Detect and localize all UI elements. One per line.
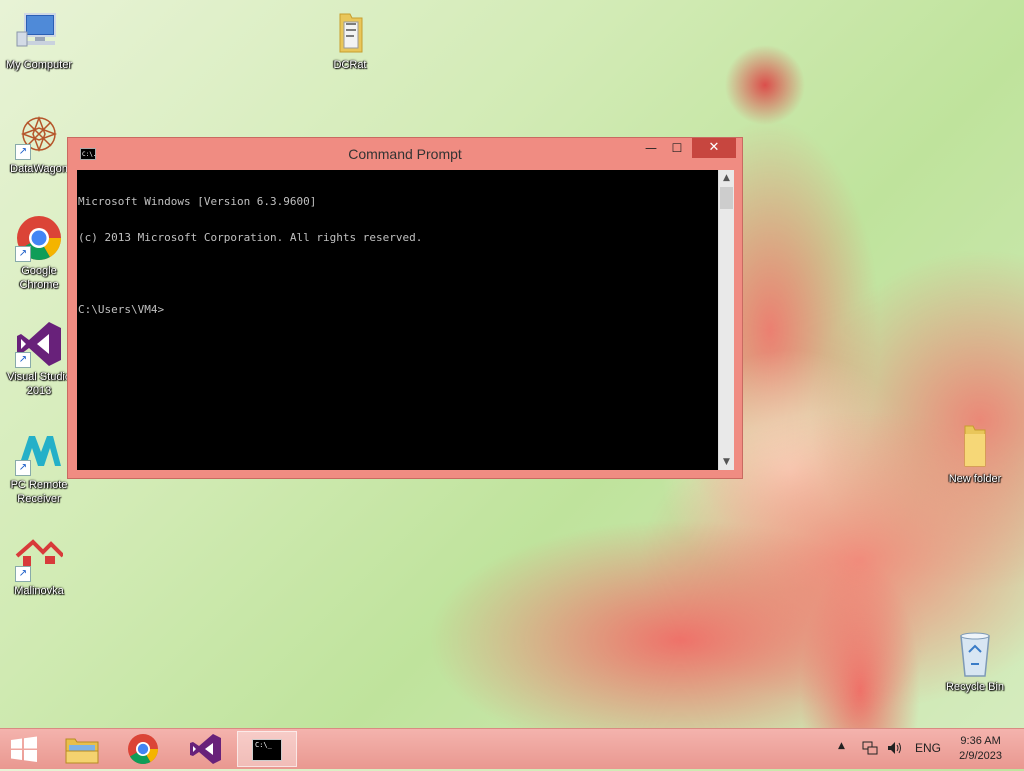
chrome-icon [128, 734, 158, 765]
desktop-icon-label: DCRat [333, 59, 367, 71]
clock-date: 2/9/2023 [959, 750, 1002, 762]
shortcut-arrow-icon: ↗ [15, 460, 31, 476]
volume-icon[interactable] [886, 740, 904, 760]
start-button[interactable] [0, 731, 48, 767]
taskbar-visual-studio[interactable] [177, 731, 231, 767]
desktop-icon-malinovka[interactable]: ↗ Malinovka [1, 534, 77, 598]
desktop-icon-label: Google Chrome [19, 265, 59, 291]
console-line: Microsoft Windows [Version 6.3.9600] [78, 195, 317, 208]
desktop-icon-dcrat[interactable]: DCRat [312, 8, 388, 72]
file-explorer-icon [65, 738, 99, 764]
desktop-icon-label: PC Remote Receiver [10, 479, 68, 505]
folder-icon [326, 8, 374, 56]
desktop-icon-label: DataWagon [10, 163, 68, 175]
shortcut-arrow-icon: ↗ [15, 246, 31, 262]
recycle-bin-icon [951, 630, 999, 678]
taskbar-google-chrome[interactable] [116, 731, 170, 767]
command-prompt-window[interactable]: C:\. Command Prompt — ☐ ✕ Microsoft Wind… [67, 137, 743, 479]
maximize-button[interactable]: ☐ [664, 138, 690, 158]
desktop-icon-datawagon[interactable]: ↗ DataWagon [1, 112, 77, 176]
shortcut-arrow-icon: ↗ [15, 566, 31, 582]
scroll-down-arrow-icon[interactable]: ▼ [719, 454, 734, 470]
visual-studio-icon [190, 734, 221, 764]
visual-studio-icon: ↗ [15, 320, 63, 368]
desktop-icon-label: Recycle Bin [945, 681, 1005, 693]
shortcut-arrow-icon: ↗ [15, 352, 31, 368]
console-output[interactable]: Microsoft Windows [Version 6.3.9600] (c)… [77, 170, 718, 470]
desktop-icon-pc-remote-receiver[interactable]: ↗ PC Remote Receiver [1, 428, 77, 506]
input-language-indicator[interactable]: ENG [915, 741, 941, 755]
desktop-icon-label: Visual Studio 2013 [6, 371, 71, 397]
close-button[interactable]: ✕ [692, 138, 736, 158]
folder-icon [951, 422, 999, 470]
desktop-icon-my-computer[interactable]: My Computer [1, 8, 77, 72]
show-hidden-icons-button[interactable]: ▲ [838, 741, 845, 751]
shortcut-arrow-icon: ↗ [15, 144, 31, 160]
taskbar: C:\_ ▲ ENG 9:36 AM 2/9/2023 [0, 728, 1024, 769]
vertical-scrollbar[interactable]: ▲ ▼ [718, 170, 734, 470]
desktop-icon-label: My Computer [5, 59, 73, 71]
scroll-thumb[interactable] [720, 187, 733, 209]
scroll-up-arrow-icon[interactable]: ▲ [719, 170, 734, 186]
computer-icon [15, 8, 63, 56]
pc-remote-icon: ↗ [15, 428, 63, 476]
desktop-icon-label: Malinovka [14, 585, 64, 597]
console-prompt-line: C:\Users\VM4> [78, 303, 165, 316]
chrome-icon: ↗ [15, 214, 63, 262]
cmd-icon: C:\_ [252, 739, 282, 761]
desktop-icon-recycle-bin[interactable]: Recycle Bin [937, 630, 1013, 694]
desktop-icon-visual-studio[interactable]: ↗ Visual Studio 2013 [1, 320, 77, 398]
desktop-icon-label: New folder [948, 473, 1002, 485]
taskbar-clock[interactable]: 9:36 AM 2/9/2023 [959, 734, 1002, 764]
network-icon[interactable] [862, 740, 878, 760]
console-line: (c) 2013 Microsoft Corporation. All righ… [78, 231, 423, 244]
window-titlebar[interactable]: C:\. Command Prompt — ☐ ✕ [68, 138, 742, 170]
windows-logo-icon [11, 736, 37, 762]
desktop-icon-google-chrome[interactable]: ↗ Google Chrome [1, 214, 77, 292]
clock-time: 9:36 AM [960, 735, 1001, 747]
datawagon-logo-icon: ↗ [15, 112, 63, 160]
malinovka-house-icon: ↗ [15, 534, 65, 582]
taskbar-command-prompt[interactable]: C:\_ [237, 731, 297, 767]
taskbar-file-explorer[interactable] [55, 731, 109, 767]
minimize-button[interactable]: — [638, 138, 664, 158]
desktop-icon-new-folder[interactable]: New folder [937, 422, 1013, 486]
